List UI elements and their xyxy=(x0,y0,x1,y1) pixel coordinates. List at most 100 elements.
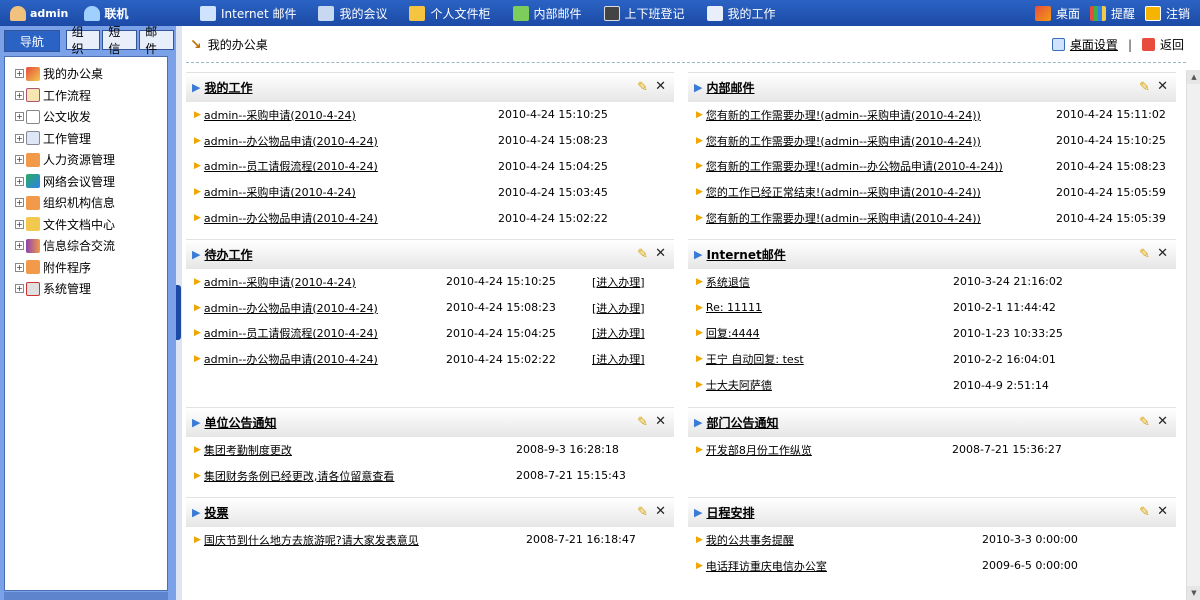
item-link[interactable]: 系统退信 xyxy=(706,274,750,290)
item-link[interactable]: 集团考勤制度更改 xyxy=(204,442,292,458)
scroll-up-icon[interactable]: ▲ xyxy=(1187,70,1200,84)
item-link[interactable]: 集团财务条例已经更改,请各位留意查看 xyxy=(204,468,395,484)
user-icon xyxy=(10,5,26,21)
panel-title[interactable]: 待办工作 xyxy=(204,246,252,263)
expand-icon[interactable]: + xyxy=(15,241,24,251)
process-link[interactable]: [进入办理] xyxy=(592,274,645,290)
item-link[interactable]: 回复:4444 xyxy=(706,325,760,341)
vertical-scrollbar[interactable]: ▲ ▼ xyxy=(1186,70,1200,600)
item-link[interactable]: admin--员工请假流程(2010-4-24) xyxy=(204,158,378,174)
logout-button[interactable]: 注销 xyxy=(1144,5,1190,22)
item-link[interactable]: admin--办公物品申请(2010-4-24) xyxy=(204,210,378,226)
tree-item-info-exchange[interactable]: + 信息综合交流 xyxy=(15,235,167,257)
item-link[interactable]: Re: 11111 xyxy=(706,301,762,314)
nav-internal-mail[interactable]: 内部邮件 xyxy=(512,5,582,22)
tree-item-workflow[interactable]: + 工作流程 xyxy=(15,85,167,107)
item-link[interactable]: admin--员工请假流程(2010-4-24) xyxy=(204,325,378,341)
tree-item-work-management[interactable]: + 工作管理 xyxy=(15,128,167,150)
tab-organization[interactable]: 组织 xyxy=(65,25,101,56)
item-link[interactable]: admin--采购申请(2010-4-24) xyxy=(204,274,356,290)
breadcrumb: ↘ 我的办公桌 xyxy=(190,36,268,53)
panel-title[interactable]: 部门公告通知 xyxy=(706,414,778,431)
tab-navigation[interactable]: 导航 xyxy=(4,30,60,52)
tab-mail[interactable]: 邮件 xyxy=(139,25,174,56)
tree-item-file-center[interactable]: + 文件文档中心 xyxy=(15,214,167,236)
expand-icon[interactable]: + xyxy=(15,262,24,272)
collapse-handle[interactable] xyxy=(176,285,181,340)
item-link[interactable]: 我的公共事务提醒 xyxy=(706,532,794,548)
process-link[interactable]: [进入办理] xyxy=(592,325,645,341)
item-link[interactable]: admin--采购申请(2010-4-24) xyxy=(204,107,356,123)
item-link[interactable]: 国庆节到什么地方去旅游呢?请大家发表意见 xyxy=(204,532,419,548)
item-time: 2010-4-24 15:08:23 xyxy=(498,134,608,148)
back-link[interactable]: 返回 xyxy=(1160,36,1184,53)
item-link[interactable]: 您有新的工作需要办理!(admin--办公物品申请(2010-4-24)) xyxy=(706,158,1003,174)
edit-icon[interactable]: ✎ xyxy=(1139,505,1150,520)
expand-icon[interactable]: + xyxy=(15,198,24,208)
panel-title[interactable]: 单位公告通知 xyxy=(204,414,276,431)
tree-item-system[interactable]: + 系统管理 xyxy=(15,278,167,300)
nav-personal-files[interactable]: 个人文件柜 xyxy=(409,5,491,22)
expand-icon[interactable]: + xyxy=(15,112,24,122)
tree-item-my-desk[interactable]: + 我的办公桌 xyxy=(15,63,167,85)
tree-item-hr[interactable]: + 人力资源管理 xyxy=(15,149,167,171)
edit-icon[interactable]: ✎ xyxy=(1139,247,1150,262)
close-icon[interactable]: ✕ xyxy=(1157,246,1168,261)
process-link[interactable]: [进入办理] xyxy=(592,300,645,316)
expand-icon[interactable]: + xyxy=(15,69,24,79)
close-icon[interactable]: ✕ xyxy=(655,414,666,429)
item-link[interactable]: admin--办公物品申请(2010-4-24) xyxy=(204,300,378,316)
edit-icon[interactable]: ✎ xyxy=(637,505,648,520)
expand-icon[interactable]: + xyxy=(15,155,24,165)
panel-title[interactable]: 内部邮件 xyxy=(706,79,754,96)
expand-icon[interactable]: + xyxy=(15,90,24,100)
close-icon[interactable]: ✕ xyxy=(1157,414,1168,429)
item-link[interactable]: admin--办公物品申请(2010-4-24) xyxy=(204,351,378,367)
item-link[interactable]: 您有新的工作需要办理!(admin--采购申请(2010-4-24)) xyxy=(706,133,981,149)
item-link[interactable]: 您的工作已经正常结束!(admin--采购申请(2010-4-24)) xyxy=(706,184,981,200)
tree-item-organization[interactable]: + 组织机构信息 xyxy=(15,192,167,214)
list-item: ▶ Re: 11111 2010-2-1 11:44:42 xyxy=(688,295,1176,321)
item-link[interactable]: 开发部8月份工作纵览 xyxy=(706,442,812,458)
expand-icon[interactable]: + xyxy=(15,284,24,294)
tree-item-net-meeting[interactable]: + 网络会议管理 xyxy=(15,171,167,193)
nav-my-meetings[interactable]: 我的会议 xyxy=(318,5,387,22)
panel-title[interactable]: 投票 xyxy=(204,504,228,521)
item-link[interactable]: admin--采购申请(2010-4-24) xyxy=(204,184,356,200)
panel-title[interactable]: 我的工作 xyxy=(204,79,252,96)
tree-item-documents[interactable]: + 公文收发 xyxy=(15,106,167,128)
edit-icon[interactable]: ✎ xyxy=(637,247,648,262)
item-link[interactable]: 士大夫阿萨德 xyxy=(706,377,772,393)
close-icon[interactable]: ✕ xyxy=(655,504,666,519)
expand-icon[interactable]: + xyxy=(15,133,24,143)
remind-button[interactable]: 提醒 xyxy=(1089,5,1135,22)
item-link[interactable]: 您有新的工作需要办理!(admin--采购申请(2010-4-24)) xyxy=(706,107,981,123)
nav-attendance[interactable]: 上下班登记 xyxy=(603,5,685,22)
scroll-down-icon[interactable]: ▼ xyxy=(1187,586,1200,600)
edit-icon[interactable]: ✎ xyxy=(1139,80,1150,95)
panel-title[interactable]: 日程安排 xyxy=(706,504,754,521)
tree-item-attachments[interactable]: + 附件程序 xyxy=(15,257,167,279)
close-icon[interactable]: ✕ xyxy=(1157,79,1168,94)
item-link[interactable]: 您有新的工作需要办理!(admin--采购申请(2010-4-24)) xyxy=(706,210,981,226)
close-icon[interactable]: ✕ xyxy=(655,79,666,94)
desktop-button[interactable]: 桌面 xyxy=(1034,5,1080,22)
expand-icon[interactable]: + xyxy=(15,219,24,229)
desk-settings-link[interactable]: 桌面设置 xyxy=(1070,36,1118,53)
panel-title[interactable]: Internet邮件 xyxy=(706,246,785,263)
nav-internet-mail[interactable]: Internet 邮件 xyxy=(200,5,296,22)
edit-icon[interactable]: ✎ xyxy=(1139,415,1150,430)
item-link[interactable]: admin--办公物品申请(2010-4-24) xyxy=(204,133,378,149)
edit-icon[interactable]: ✎ xyxy=(637,80,648,95)
item-time: 2010-4-9 2:51:14 xyxy=(953,378,1049,392)
process-link[interactable]: [进入办理] xyxy=(592,351,645,367)
close-icon[interactable]: ✕ xyxy=(1157,504,1168,519)
item-link[interactable]: 电话拜访重庆电信办公室 xyxy=(706,558,827,574)
online-status: 联机 xyxy=(104,6,129,21)
nav-my-work[interactable]: 我的工作 xyxy=(706,5,776,22)
tab-sms[interactable]: 短信 xyxy=(102,25,138,56)
item-link[interactable]: 王宁 自动回复: test xyxy=(706,351,804,367)
close-icon[interactable]: ✕ xyxy=(655,246,666,261)
expand-icon[interactable]: + xyxy=(15,176,24,186)
edit-icon[interactable]: ✎ xyxy=(637,415,648,430)
